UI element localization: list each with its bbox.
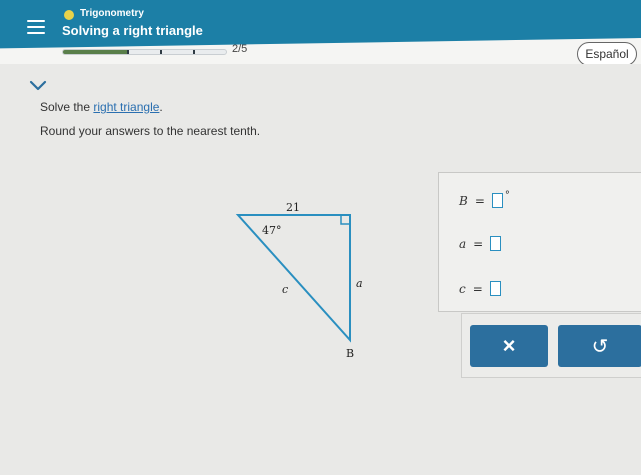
equals-sign: = xyxy=(473,236,484,251)
undo-button[interactable]: ↺ xyxy=(558,325,641,367)
progress-counter: 2/5 xyxy=(232,43,248,55)
triangle-diagram xyxy=(235,214,351,343)
angle-label: 47° xyxy=(262,224,282,237)
progress-tick xyxy=(193,50,195,54)
angle-b-input[interactable] xyxy=(491,193,503,208)
answer-row-a: a = xyxy=(459,236,502,251)
degree-unit: ° xyxy=(504,190,510,201)
instruction-punctuation: . xyxy=(159,100,163,114)
side-right-label: a xyxy=(356,277,363,290)
equals-sign: = xyxy=(472,281,483,296)
answer-panel: B = ° a = c = xyxy=(438,172,641,312)
lesson-title: Solving a right triangle xyxy=(62,23,203,38)
vertex-b-label: B xyxy=(346,347,355,360)
topic-name: Trigonometry xyxy=(80,8,144,19)
side-c-input[interactable] xyxy=(489,281,501,296)
right-angle-marker xyxy=(340,215,350,225)
triangle-figure: 21 47° c a B xyxy=(228,195,388,370)
answer-row-b: B = ° xyxy=(459,190,510,208)
action-panel: × ↺ xyxy=(461,313,641,378)
answer-variable: a xyxy=(459,236,467,251)
clear-button[interactable]: × xyxy=(470,325,548,367)
hamburger-menu-icon[interactable] xyxy=(27,20,45,34)
topic-status-dot xyxy=(64,10,74,20)
hypotenuse-label: c xyxy=(282,283,289,296)
progress-fill xyxy=(63,50,129,54)
answer-variable: B xyxy=(459,193,468,208)
rounding-instruction: Round your answers to the nearest tenth. xyxy=(40,124,261,138)
undo-icon: ↺ xyxy=(591,335,609,358)
progress-tick xyxy=(127,50,129,54)
triangle-shape xyxy=(235,214,351,343)
progress-bar xyxy=(62,49,227,55)
right-triangle-link[interactable]: right triangle xyxy=(93,100,159,114)
side-a-input[interactable] xyxy=(490,236,502,251)
problem-instruction: Solve the right triangle. xyxy=(40,100,163,114)
close-icon: × xyxy=(502,333,516,358)
answer-variable: c xyxy=(459,281,466,296)
equals-sign: = xyxy=(474,193,485,208)
progress-tick xyxy=(160,50,162,54)
instruction-text: Solve the xyxy=(40,100,94,114)
side-top-label: 21 xyxy=(286,201,300,214)
spanish-language-button[interactable]: Español xyxy=(577,42,637,66)
chevron-down-icon[interactable] xyxy=(29,80,47,92)
answer-row-c: c = xyxy=(459,281,501,296)
